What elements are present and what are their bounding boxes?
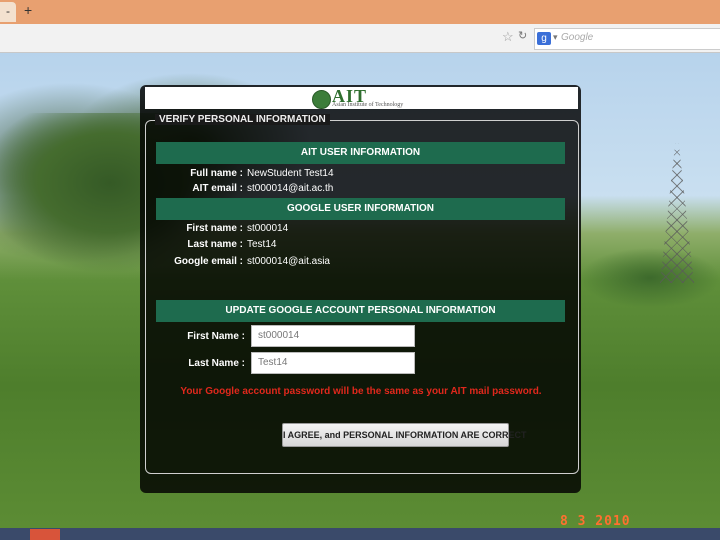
update-section-header: UPDATE GOOGLE ACCOUNT PERSONAL INFORMATI… <box>156 300 565 322</box>
last-name-label: Last Name : <box>188 358 245 369</box>
info-row: Google email : st000014@ait.asia <box>155 256 330 267</box>
last-name-field[interactable]: Test14 <box>251 352 415 374</box>
password-warning: Your Google account password will be the… <box>180 386 542 397</box>
info-row: First name : st000014 <box>155 223 288 234</box>
info-row: Full name : NewStudent Test14 <box>155 168 334 179</box>
row-label: Full name : <box>190 168 243 179</box>
browser-tab[interactable]: - <box>0 2 16 22</box>
agree-button[interactable]: I AGREE, and PERSONAL INFORMATION ARE CO… <box>282 423 527 447</box>
row-label: First name : <box>186 223 243 234</box>
row-value: NewStudent Test14 <box>247 168 334 179</box>
fieldset-legend: VERIFY PERSONAL INFORMATION <box>155 114 330 125</box>
search-input[interactable]: Google <box>561 32 593 43</box>
logo-subtitle: Asian Institute of Technology <box>332 102 404 108</box>
search-box[interactable]: g ▾ Google <box>534 28 720 50</box>
first-name-label: First Name : <box>187 331 245 342</box>
row-label: Google email : <box>174 256 243 267</box>
info-row: Last name : Test14 <box>155 239 276 250</box>
reload-icon[interactable]: ↻ <box>518 29 527 42</box>
ait-logo-icon <box>312 90 331 109</box>
google-section-header: GOOGLE USER INFORMATION <box>156 198 565 220</box>
bookmark-star-icon[interactable]: ☆ <box>502 29 514 45</box>
browser-toolbar: ☆ ↻ g ▾ Google <box>0 24 720 53</box>
ait-section-header: AIT USER INFORMATION <box>156 142 565 164</box>
row-value: st000014 <box>247 223 289 234</box>
new-tab-button[interactable]: + <box>24 2 32 18</box>
tree-image <box>580 243 720 313</box>
taskbar <box>0 528 720 540</box>
row-label: AIT email : <box>192 183 243 194</box>
photo-date-stamp: 8 3 2010 <box>560 514 631 529</box>
row-value: Test14 <box>247 239 277 250</box>
taskbar-app-icon[interactable] <box>30 529 60 540</box>
chevron-down-icon[interactable]: ▾ <box>553 32 558 43</box>
row-value: st000014@ait.ac.th <box>247 183 334 194</box>
row-value: st000014@ait.asia <box>247 256 330 267</box>
tab-bar: - + <box>0 0 720 24</box>
google-icon[interactable]: g <box>537 32 551 45</box>
row-label: Last name : <box>187 239 243 250</box>
power-pylon-image <box>660 143 694 283</box>
first-name-field[interactable]: st000014 <box>251 325 415 347</box>
info-row: AIT email : st000014@ait.ac.th <box>155 183 333 194</box>
